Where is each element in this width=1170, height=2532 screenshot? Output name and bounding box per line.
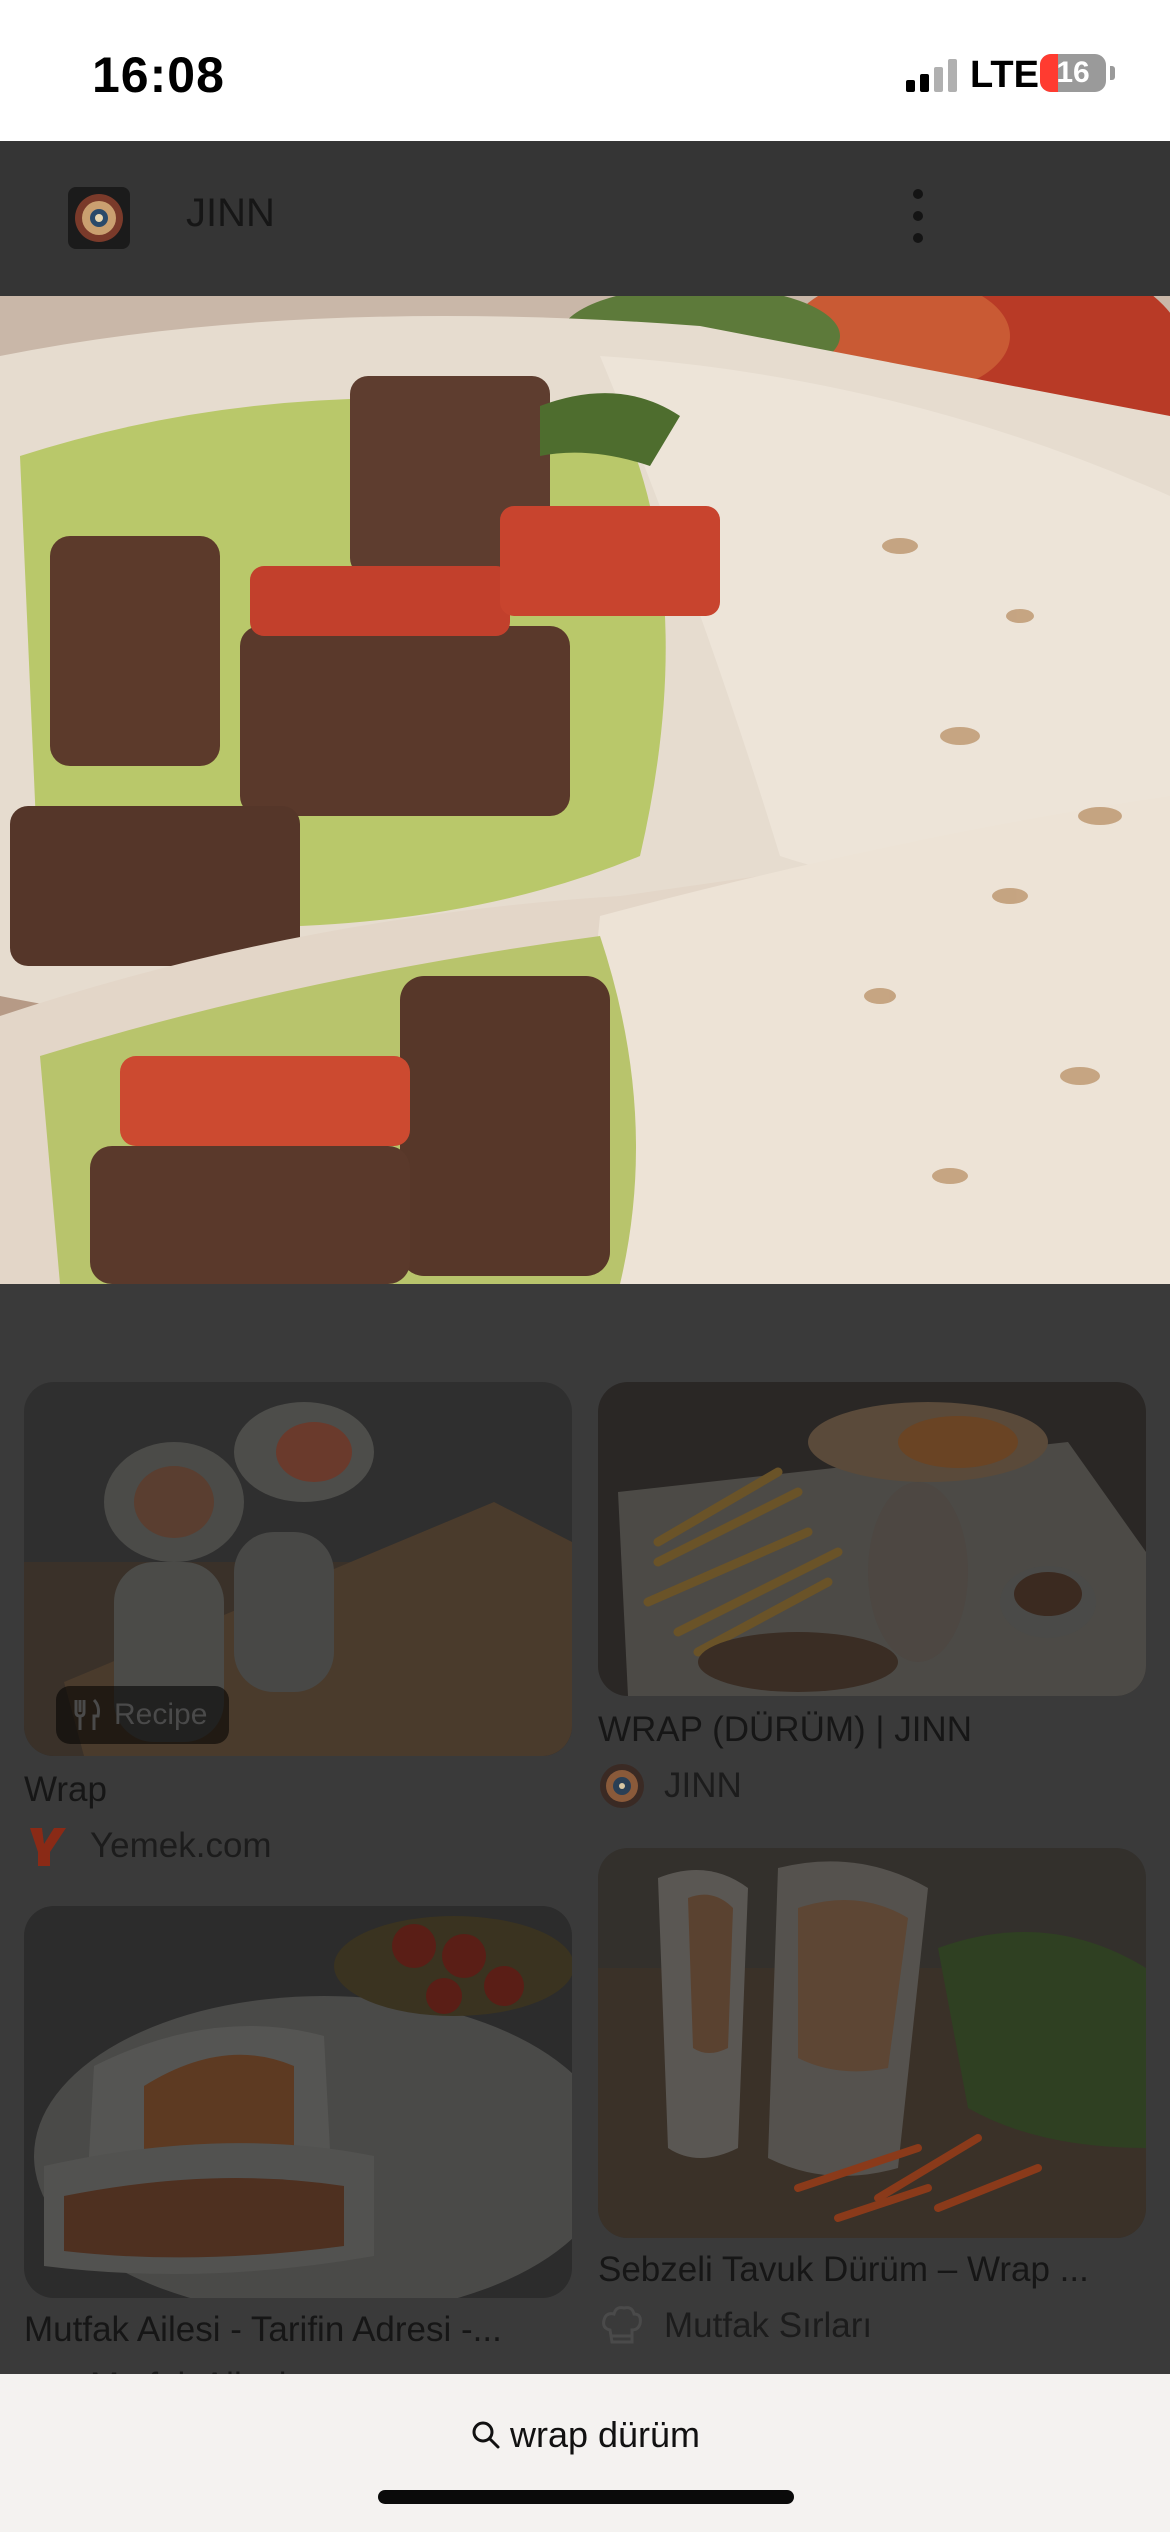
site-name[interactable]: JINN: [186, 191, 275, 236]
result-title-4[interactable]: Sebzeli Tavuk Dürüm – Wrap ...: [598, 2250, 1146, 2290]
chef-hat-icon: [598, 2302, 646, 2350]
battery-icon: 16: [1040, 54, 1106, 92]
signal-icon: [906, 58, 958, 92]
search-pill[interactable]: wrap dürüm: [0, 2414, 1170, 2456]
jinn-logo-icon: [598, 1762, 646, 1810]
status-time: 16:08: [92, 47, 225, 103]
home-indicator[interactable]: [378, 2490, 794, 2504]
recipe-badge: Recipe: [56, 1686, 230, 1744]
yemek-logo-icon: [24, 1822, 72, 1870]
more-options-icon[interactable]: [902, 189, 932, 249]
result-title-2[interactable]: WRAP (DÜRÜM) | JINN: [598, 1710, 1146, 1750]
search-icon: [472, 2421, 500, 2449]
recipe-badge-label: Recipe: [114, 1698, 208, 1731]
status-bar: 16:08 LTE 16: [0, 0, 1170, 141]
bottom-search-bar[interactable]: wrap dürüm: [0, 2374, 1170, 2532]
hero-image[interactable]: [0, 296, 1170, 1284]
battery-level: 16: [1056, 56, 1090, 89]
battery-nub: [1110, 66, 1115, 80]
site-header: JINN: [0, 141, 1170, 296]
result-source-1[interactable]: Yemek.com: [90, 1826, 272, 1866]
result-image-3[interactable]: [24, 1906, 572, 2298]
network-label: LTE: [970, 54, 1039, 96]
result-image-4[interactable]: [598, 1848, 1146, 2238]
site-logo-icon[interactable]: [68, 187, 130, 249]
result-image-2[interactable]: [598, 1382, 1146, 1696]
result-image-1[interactable]: Recipe: [24, 1382, 572, 1756]
fork-knife-icon: [74, 1698, 100, 1730]
result-title-1[interactable]: Wrap: [24, 1770, 572, 1810]
search-query[interactable]: wrap dürüm: [510, 2414, 700, 2456]
result-source-2[interactable]: JINN: [664, 1766, 742, 1806]
result-source-4[interactable]: Mutfak Sırları: [664, 2306, 872, 2346]
result-title-3[interactable]: Mutfak Ailesi - Tarifin Adresi -...: [24, 2310, 572, 2350]
